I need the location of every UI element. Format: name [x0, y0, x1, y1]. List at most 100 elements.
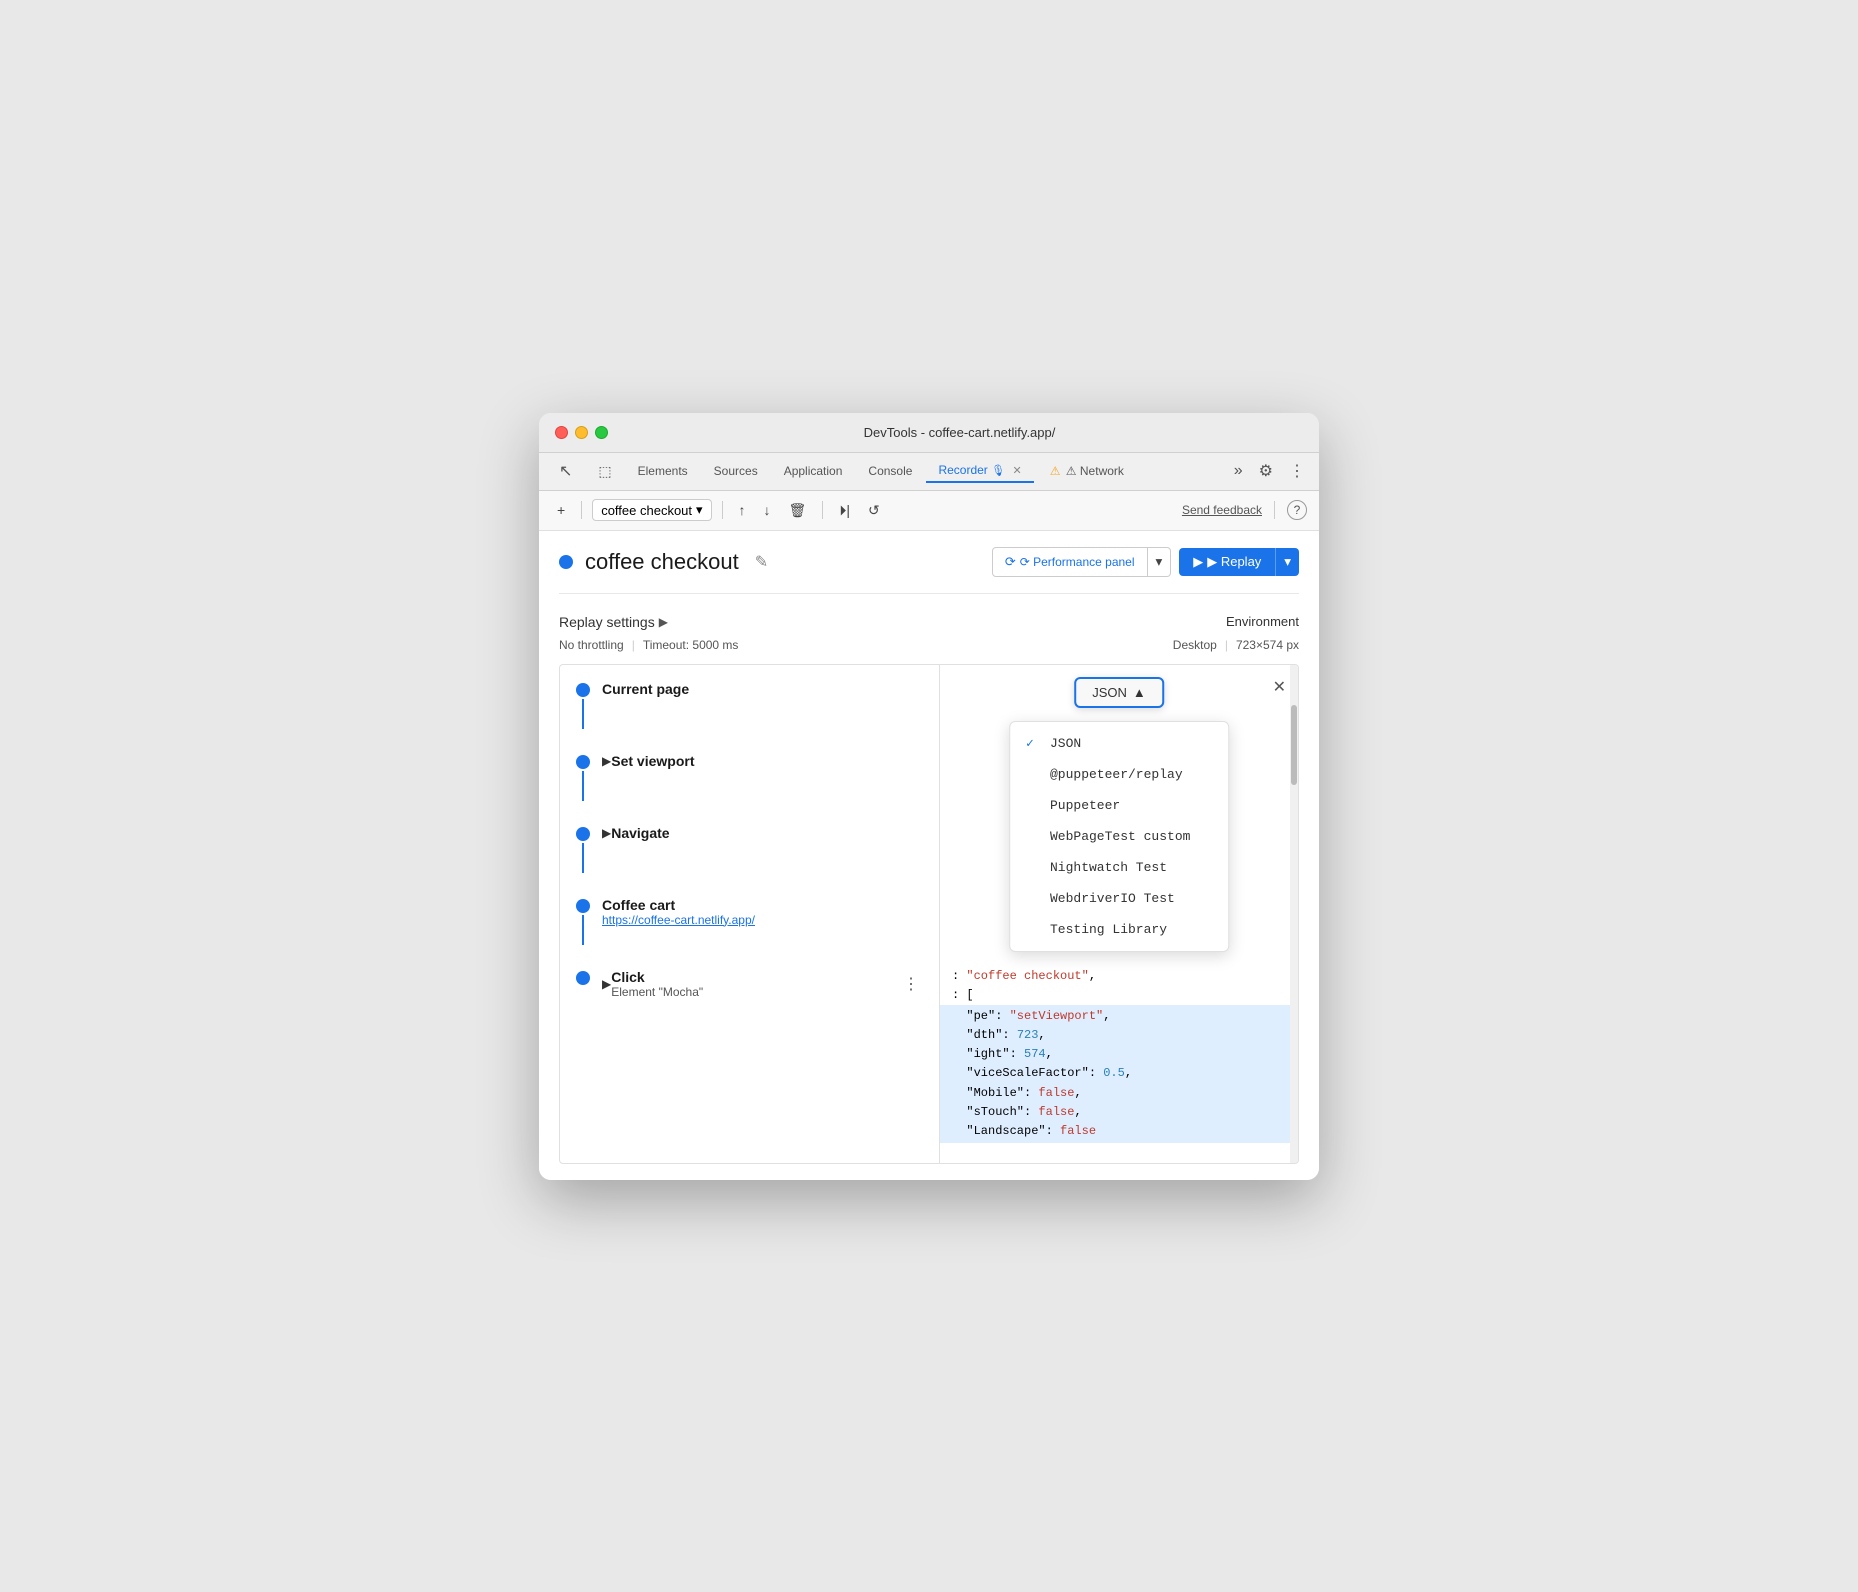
step-dot-3 — [576, 827, 590, 841]
format-option-puppeteer[interactable]: Puppeteer — [1010, 790, 1228, 821]
timeline-connector-1 — [576, 681, 590, 729]
highlighted-viewport-block: "pe": "setViewport", "dth": 723, "ight":… — [940, 1005, 1298, 1143]
tab-console[interactable]: Console — [856, 460, 924, 482]
step-title-navigate: Navigate — [611, 825, 669, 841]
format-option-webpagetest[interactable]: WebPageTest custom — [1010, 821, 1228, 852]
close-code-panel-button[interactable]: ✕ — [1273, 677, 1286, 697]
environment-label: Environment — [1226, 614, 1299, 629]
step-expand-5[interactable]: ▶ — [602, 977, 611, 991]
step-content-1: Current page — [602, 681, 923, 697]
main-content: coffee checkout ✎ ⟳ ⟳ Performance panel … — [539, 531, 1319, 1180]
code-line-4: "dth": 723, — [952, 1026, 1286, 1045]
close-button[interactable] — [555, 426, 568, 439]
env-separator: | — [1225, 638, 1228, 652]
recording-selector[interactable]: coffee checkout ▾ — [592, 499, 711, 521]
toolbar-separator-3 — [822, 501, 823, 519]
edit-title-icon[interactable]: ✎ — [755, 552, 768, 572]
format-option-webdriverio[interactable]: WebdriverIO Test — [1010, 883, 1228, 914]
header-actions: ⟳ ⟳ Performance panel ▾ ▶ ▶ Replay ▾ — [992, 547, 1299, 577]
help-button[interactable]: ? — [1287, 500, 1307, 520]
export-button[interactable]: ↑ — [733, 498, 752, 522]
replay-button[interactable]: ▶ ▶ Replay — [1179, 548, 1275, 576]
step-content-2: ▶ Set viewport — [602, 753, 923, 769]
import-button[interactable]: ↓ — [758, 498, 777, 522]
step-content-3: ▶ Navigate — [602, 825, 923, 841]
step-dot-2 — [576, 755, 590, 769]
minimize-button[interactable] — [575, 426, 588, 439]
step-desc-click: Element "Mocha" — [611, 985, 703, 999]
tab-cursor-icon[interactable]: ↖ — [547, 457, 584, 485]
step-title-current-page: Current page — [602, 681, 923, 697]
replay-group: ▶ ▶ Replay ▾ — [1179, 548, 1299, 576]
tab-network[interactable]: ⚠ ⚠ Network — [1036, 460, 1136, 482]
tab-recorder[interactable]: Recorder 🎙 ✕ — [926, 459, 1033, 483]
scrollbar-thumb[interactable] — [1291, 705, 1297, 785]
format-option-json[interactable]: ✓ JSON — [1010, 728, 1228, 759]
format-option-testing-library[interactable]: Testing Library — [1010, 914, 1228, 945]
step-dot-5 — [576, 971, 590, 985]
step-line-3 — [582, 843, 584, 873]
title-bar: DevTools - coffee-cart.netlify.app/ — [539, 413, 1319, 453]
perf-icon: ⟳ — [1005, 554, 1016, 570]
replay-settings-toggle[interactable]: Replay settings ▶ — [559, 614, 668, 630]
window-title: DevTools - coffee-cart.netlify.app/ — [616, 425, 1303, 440]
replay-settings-label: Replay settings — [559, 614, 655, 630]
toolbar-separator-1 — [581, 501, 582, 519]
step-expand-2[interactable]: ▶ — [602, 754, 611, 768]
split-panel: Current page ▶ Set viewport — [559, 664, 1299, 1164]
steps-panel[interactable]: Current page ▶ Set viewport — [560, 665, 940, 1163]
step-over-button[interactable]: ⏵| — [833, 498, 856, 523]
step-row-5: ▶ Click Element "Mocha" ⋮ — [602, 969, 923, 999]
more-options-button[interactable]: ⋮ — [1283, 457, 1311, 485]
step-line-1 — [582, 699, 584, 729]
traffic-lights — [555, 426, 608, 439]
recording-status-dot — [559, 555, 573, 569]
tab-elements[interactable]: Elements — [626, 460, 700, 482]
step-title-click: Click — [611, 969, 703, 985]
settings-button[interactable]: ⚙ — [1251, 457, 1281, 485]
add-recording-button[interactable]: + — [551, 498, 571, 522]
code-line-10 — [952, 1143, 1286, 1162]
toolbar-right: Send feedback ? — [1182, 500, 1307, 520]
format-option-puppeteer-replay[interactable]: @puppeteer/replay — [1010, 759, 1228, 790]
step-dot-1 — [576, 683, 590, 697]
replay-settings-bar: Replay settings ▶ Environment — [559, 614, 1299, 630]
step-navigate: ▶ Navigate — [576, 825, 923, 873]
send-feedback-link[interactable]: Send feedback — [1182, 503, 1262, 517]
format-option-nightwatch[interactable]: Nightwatch Test — [1010, 852, 1228, 883]
step-line-2 — [582, 771, 584, 801]
step-more-button-5[interactable]: ⋮ — [899, 974, 923, 994]
step-expand-3[interactable]: ▶ — [602, 826, 611, 840]
code-panel[interactable]: JSON ▲ ✓ JSON @puppeteer/replay — [940, 665, 1298, 1163]
tab-application[interactable]: Application — [772, 460, 855, 482]
perf-panel-label: ⟳ Performance panel — [1020, 555, 1135, 569]
tab-bar: ↖ ⬚ Elements Sources Application Console… — [539, 453, 1319, 491]
code-content: : "coffee checkout", : [ "pe": "setViewp… — [952, 967, 1286, 1163]
code-line-1: : "coffee checkout", — [952, 967, 1286, 986]
tab-sources[interactable]: Sources — [702, 460, 770, 482]
code-line-9: "Landscape": false — [952, 1122, 1286, 1141]
toolbar-separator-4 — [1274, 501, 1275, 519]
timeline-connector-2 — [576, 753, 590, 801]
maximize-button[interactable] — [595, 426, 608, 439]
tab-more-button[interactable]: » — [1228, 458, 1249, 484]
tab-close-recorder[interactable]: ✕ — [1012, 465, 1021, 477]
step-info-click: Click Element "Mocha" — [611, 969, 703, 999]
format-label-webdriverio: WebdriverIO Test — [1050, 891, 1175, 906]
step-set-viewport: ▶ Set viewport — [576, 753, 923, 801]
replay-slow-button[interactable]: ↺ — [862, 498, 886, 523]
size-label: 723×574 px — [1236, 638, 1299, 652]
code-line-2: : [ — [952, 986, 1286, 1005]
format-label-nightwatch: Nightwatch Test — [1050, 860, 1167, 875]
performance-panel-button[interactable]: ⟳ ⟳ Performance panel — [992, 547, 1148, 577]
replay-dropdown-button[interactable]: ▾ — [1275, 548, 1299, 576]
perf-panel-arrow-button[interactable]: ▾ — [1148, 547, 1172, 577]
tab-inspect-icon[interactable]: ⬚ — [586, 459, 623, 484]
chevron-down-icon: ▾ — [696, 502, 703, 518]
format-selected-label: JSON — [1092, 685, 1127, 700]
recording-name: coffee checkout — [601, 503, 692, 518]
format-selector-button[interactable]: JSON ▲ — [1074, 677, 1164, 708]
step-subtitle-coffee-cart[interactable]: https://coffee-cart.netlify.app/ — [602, 913, 923, 927]
delete-recording-button[interactable]: 🗑 — [783, 498, 813, 523]
throttle-separator: | — [632, 638, 635, 652]
